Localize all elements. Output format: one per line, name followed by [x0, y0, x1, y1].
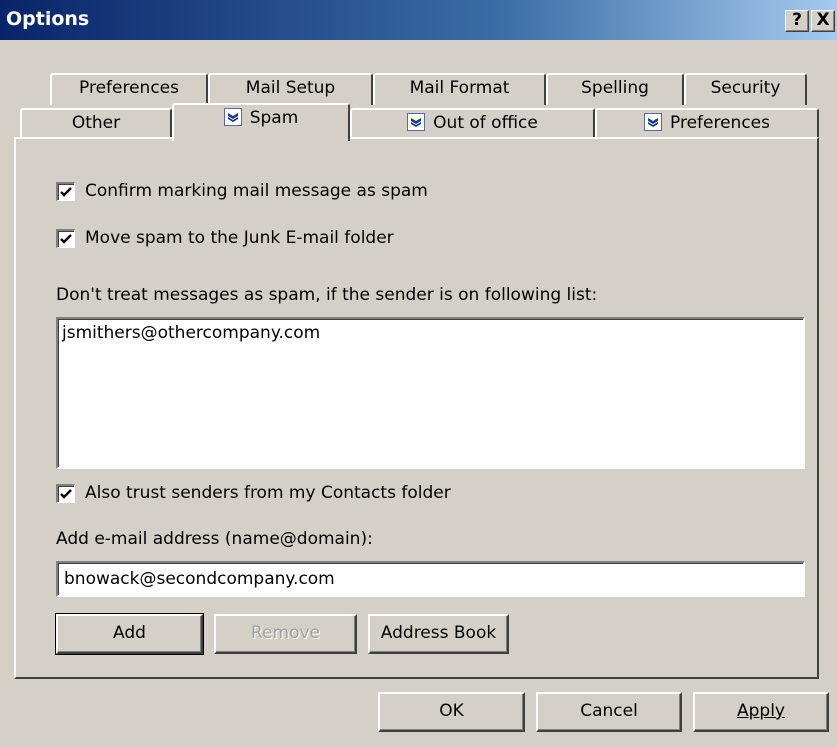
- add-button[interactable]: Add: [55, 613, 204, 655]
- ok-button[interactable]: OK: [378, 692, 525, 732]
- trust-contacts-option[interactable]: Also trust senders from my Contacts fold…: [56, 483, 451, 503]
- remove-button[interactable]: Remove: [214, 614, 357, 654]
- apply-button-label: Apply: [737, 701, 785, 721]
- add-address-label: Add e-mail address (name@domain):: [56, 529, 373, 549]
- spam-tab-panel: Confirm marking mail message as spam Mov…: [14, 137, 819, 679]
- plugin-tab-icon: [644, 113, 662, 131]
- add-address-input[interactable]: [56, 561, 805, 597]
- move-to-junk-checkbox[interactable]: [56, 228, 75, 248]
- move-to-junk-label: Move spam to the Junk E-mail folder: [85, 228, 394, 248]
- tab-spelling[interactable]: Spelling: [546, 73, 684, 105]
- tab-mail-setup[interactable]: Mail Setup: [208, 73, 373, 105]
- tab-preferences-plugin-label: Preferences: [670, 113, 770, 133]
- apply-button[interactable]: Apply: [693, 692, 829, 732]
- checkmark-icon: [60, 488, 72, 499]
- trust-contacts-label: Also trust senders from my Contacts fold…: [85, 483, 451, 503]
- tab-out-of-office[interactable]: Out of office: [350, 108, 595, 139]
- checkmark-icon: [60, 233, 72, 244]
- trust-contacts-checkbox[interactable]: [56, 483, 75, 503]
- plugin-tab-icon: [223, 108, 242, 126]
- tab-other[interactable]: Other: [20, 108, 172, 139]
- move-to-junk-option[interactable]: Move spam to the Junk E-mail folder: [56, 228, 394, 248]
- tab-preferences-general[interactable]: Preferences: [50, 73, 208, 105]
- tab-mail-format[interactable]: Mail Format: [373, 73, 546, 105]
- tab-security[interactable]: Security: [684, 73, 807, 105]
- tab-spam-label: Spam: [249, 108, 299, 128]
- address-book-button[interactable]: Address Book: [368, 614, 509, 654]
- close-button[interactable]: X: [811, 10, 835, 32]
- confirm-marking-checkbox[interactable]: [56, 181, 75, 201]
- cancel-button[interactable]: Cancel: [536, 692, 682, 732]
- safe-senders-list[interactable]: jsmithers@othercompany.com: [56, 317, 805, 469]
- tab-out-of-office-label: Out of office: [433, 113, 538, 133]
- help-button[interactable]: ?: [785, 10, 809, 32]
- list-item[interactable]: jsmithers@othercompany.com: [62, 323, 799, 343]
- safe-list-label: Don't treat messages as spam, if the sen…: [56, 285, 598, 305]
- tab-preferences-plugin[interactable]: Preferences: [595, 108, 819, 139]
- checkmark-icon: [60, 186, 72, 197]
- confirm-marking-option[interactable]: Confirm marking mail message as spam: [56, 181, 428, 201]
- title-bar: Options ? X: [0, 0, 837, 40]
- tab-spam[interactable]: Spam: [172, 103, 350, 141]
- window-title: Options: [6, 8, 90, 30]
- confirm-marking-label: Confirm marking mail message as spam: [85, 181, 428, 201]
- plugin-tab-icon: [407, 113, 426, 131]
